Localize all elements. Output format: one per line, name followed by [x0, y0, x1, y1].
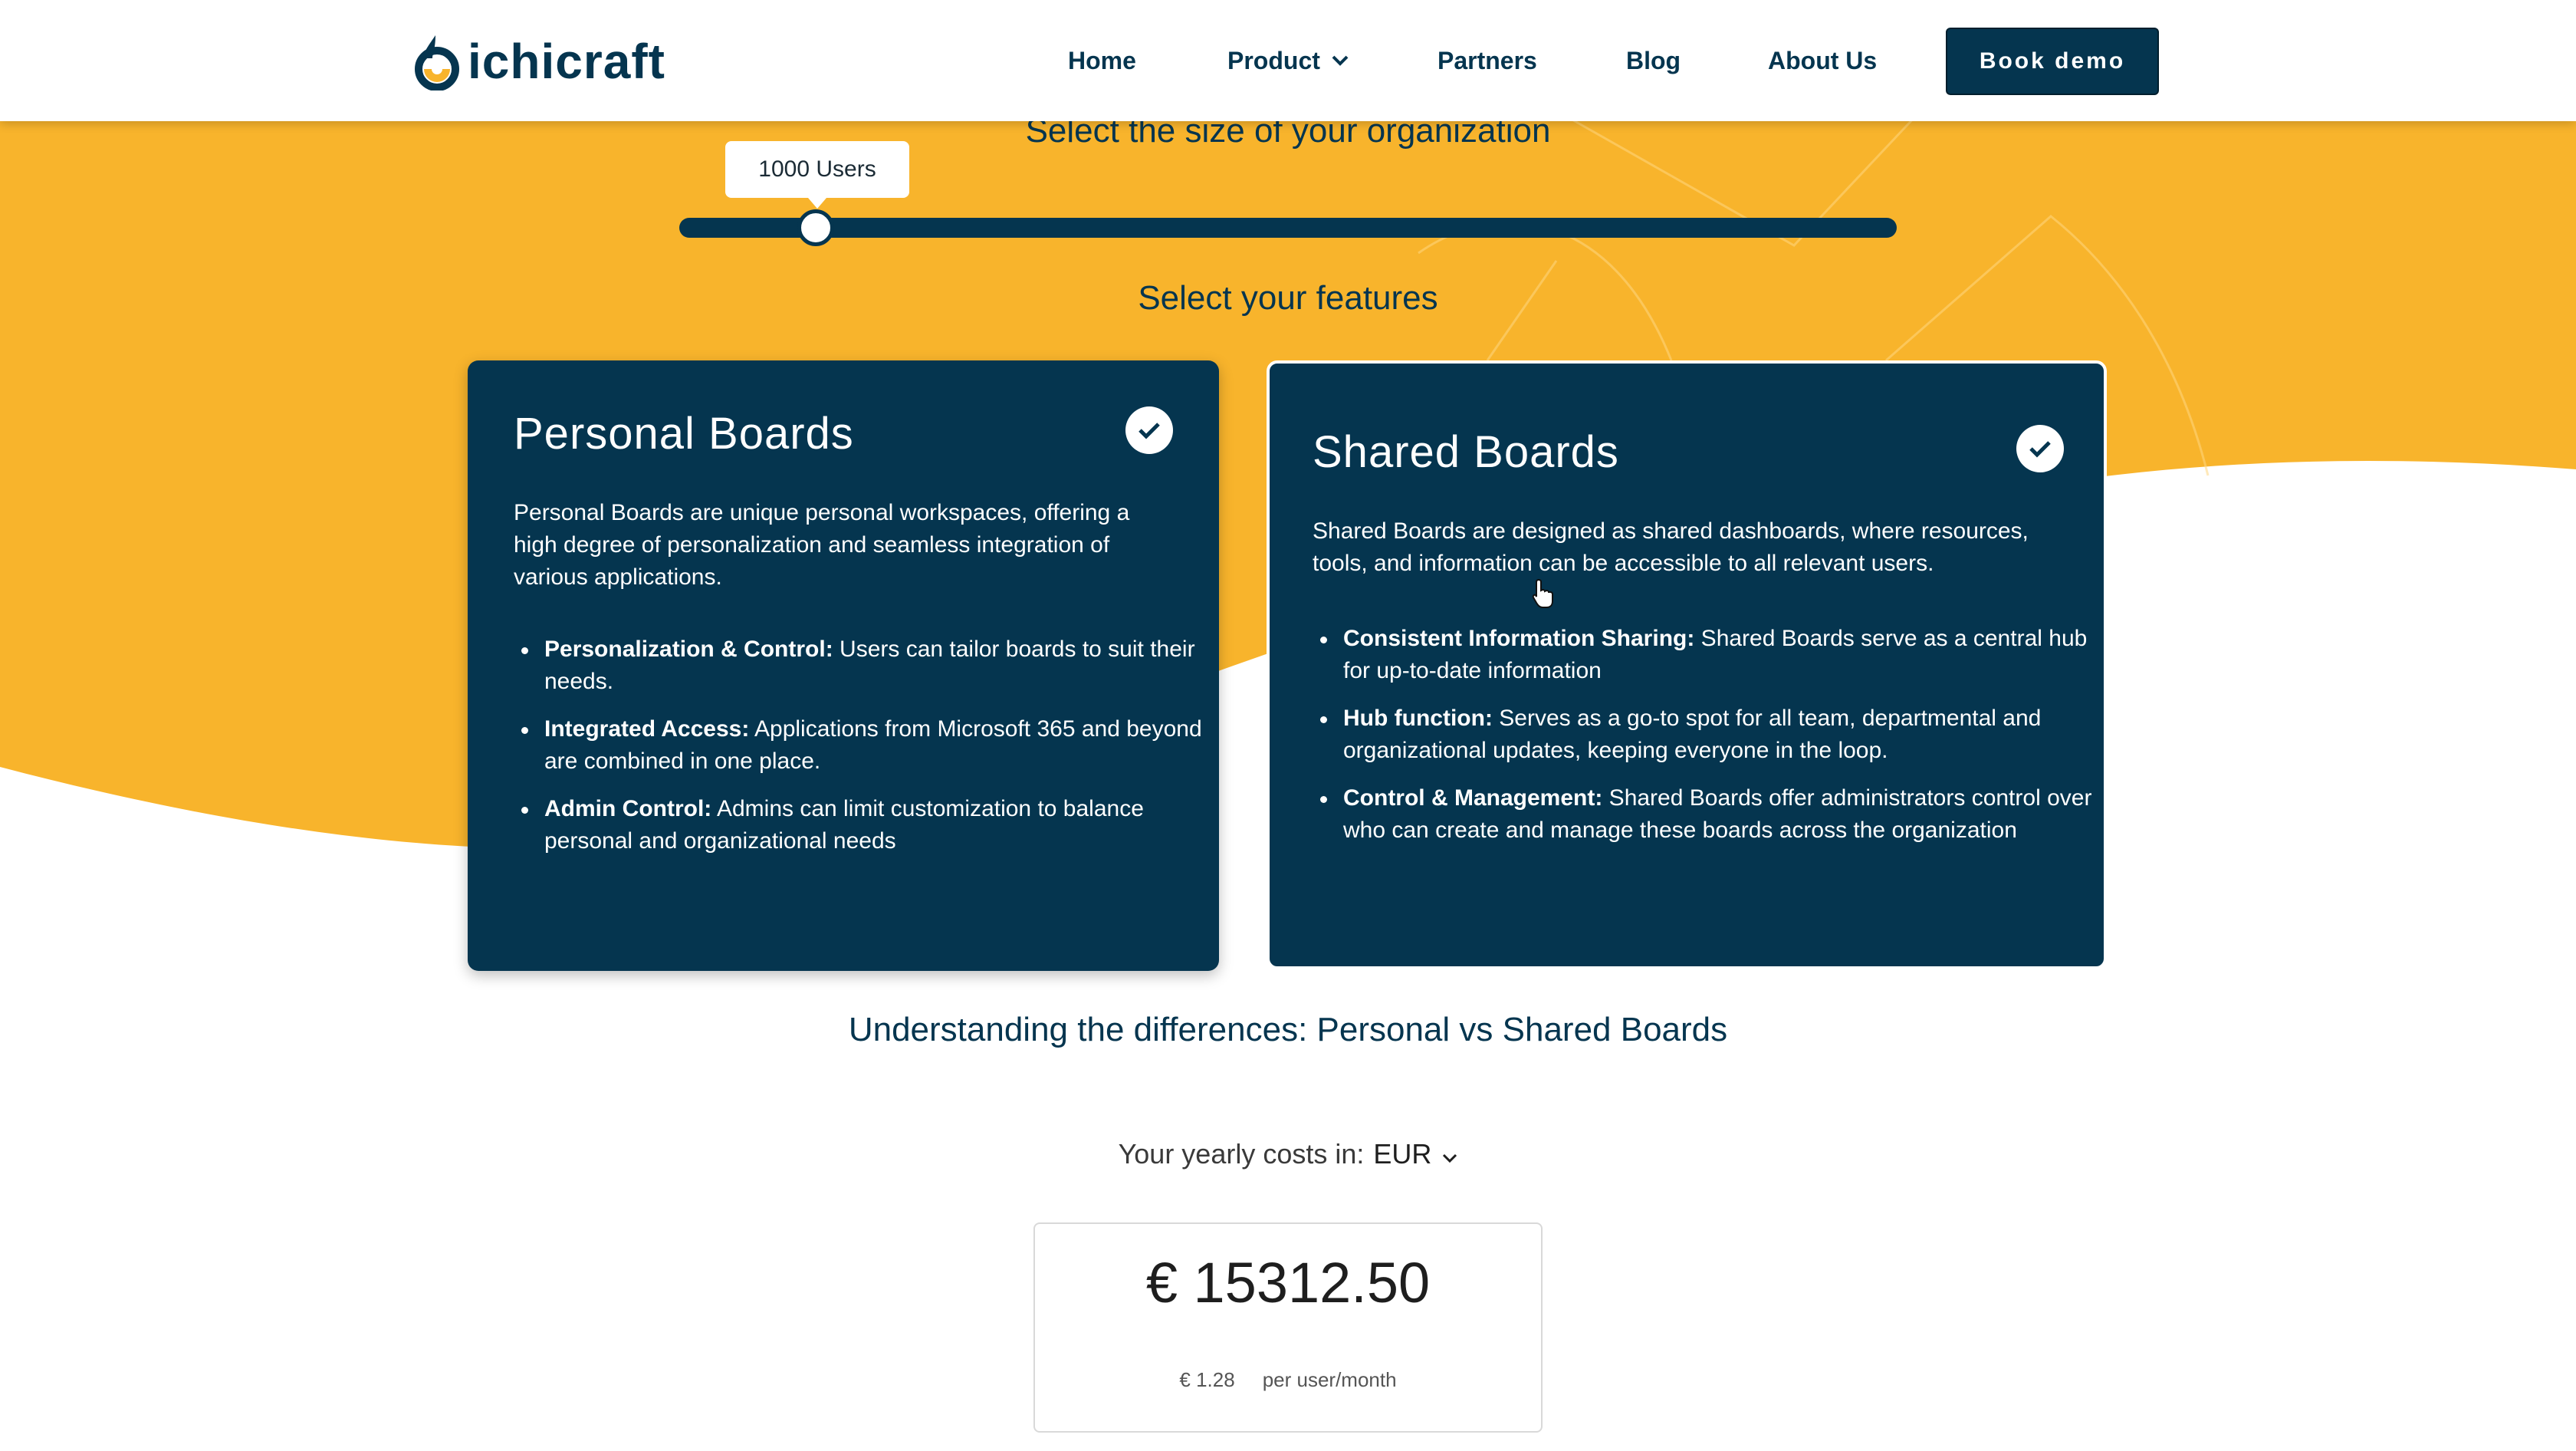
- nav-product[interactable]: Product: [1227, 44, 1349, 77]
- nav-partners[interactable]: Partners: [1438, 44, 1537, 77]
- nav-product-label: Product: [1227, 47, 1320, 74]
- card-description: Personal Boards are unique personal work…: [514, 500, 1130, 590]
- yearly-costs-label: Your yearly costs in:: [1118, 1138, 1365, 1170]
- personal-boards-card[interactable]: Personal Boards Personal Boards are uniq…: [468, 360, 1219, 971]
- org-size-slider-track[interactable]: [679, 218, 1897, 238]
- card-description: Shared Boards are designed as shared das…: [1313, 518, 2029, 576]
- book-demo-button[interactable]: Book demo: [1946, 28, 2159, 95]
- list-item: Integrated Access: Applications from Mic…: [514, 713, 1204, 778]
- slider-value-tooltip: 1000 Users: [725, 141, 909, 209]
- feature-list: Consistent Information Sharing: Shared B…: [1313, 623, 2095, 862]
- hand-cursor-icon: [1532, 578, 1553, 608]
- price-box: € 15312.50 € 1.28 per user/month: [1033, 1222, 1543, 1433]
- currency-value: EUR: [1373, 1138, 1432, 1170]
- per-user-unit: per user/month: [1262, 1368, 1397, 1391]
- currency-select[interactable]: EUR: [1373, 1138, 1457, 1170]
- top-navbar: ichicraft Home Product Partners Blog Abo…: [0, 0, 2576, 121]
- list-item: Control & Management: Shared Boards offe…: [1313, 782, 2095, 847]
- list-item: Personalization & Control: Users can tai…: [514, 633, 1204, 698]
- shared-boards-card[interactable]: Shared Boards Shared Boards are designed…: [1267, 360, 2107, 969]
- list-item: Consistent Information Sharing: Shared B…: [1313, 623, 2095, 687]
- checkmark-icon[interactable]: [1125, 406, 1173, 454]
- nav-home[interactable]: Home: [1068, 44, 1136, 77]
- yearly-costs-line: Your yearly costs in: EUR: [0, 1138, 2576, 1170]
- org-size-slider-thumb[interactable]: [797, 209, 834, 246]
- chevron-down-icon: [1443, 1153, 1457, 1163]
- card-title: Shared Boards: [1313, 427, 1619, 477]
- ichicraft-logo[interactable]: ichicraft: [412, 31, 665, 92]
- features-title: Select your features: [1138, 279, 1438, 317]
- nav-blog[interactable]: Blog: [1626, 44, 1681, 77]
- list-item: Admin Control: Admins can limit customiz…: [514, 793, 1204, 857]
- yearly-total-price: € 15312.50: [1145, 1251, 1431, 1314]
- checkmark-icon[interactable]: [2016, 425, 2064, 472]
- logo-text: ichicraft: [468, 34, 665, 89]
- nav-about-us[interactable]: About Us: [1768, 44, 1877, 77]
- list-item: Hub function: Serves as a go-to spot for…: [1313, 702, 2095, 767]
- card-title: Personal Boards: [514, 409, 854, 459]
- chevron-down-icon: [1332, 55, 1349, 66]
- logo-drop-icon: [415, 35, 459, 90]
- differences-link[interactable]: Understanding the differences: Personal …: [0, 1011, 2576, 1049]
- per-user-price: € 1.28: [1179, 1368, 1235, 1391]
- per-user-price-row: € 1.28 per user/month: [1035, 1368, 1541, 1392]
- feature-list: Personalization & Control: Users can tai…: [514, 633, 1204, 873]
